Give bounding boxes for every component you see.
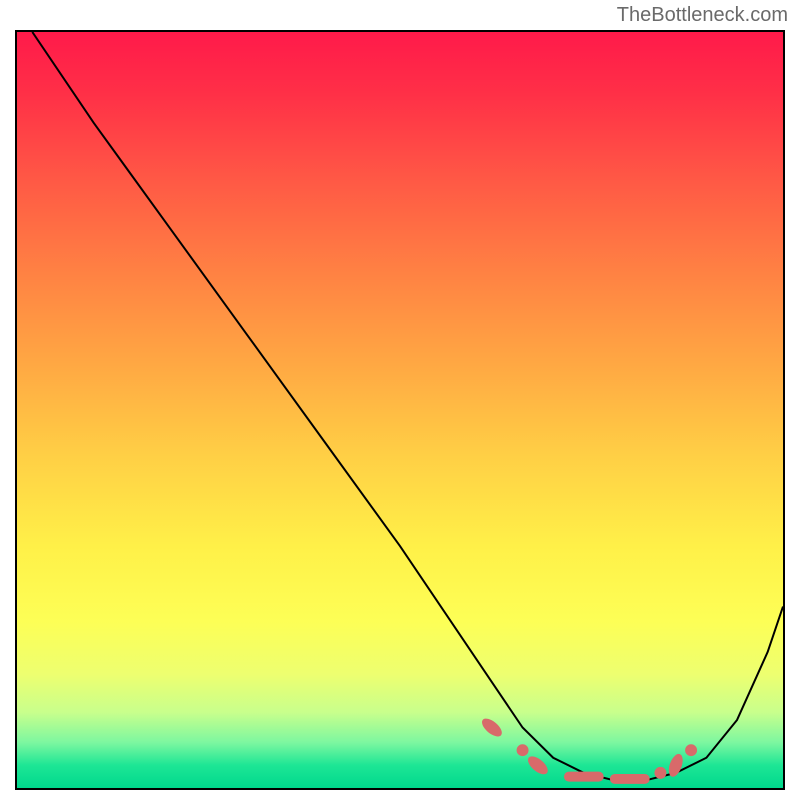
curve-marker [564,772,604,782]
chart-plot-area [15,30,785,790]
curve-marker [685,744,697,756]
curve-layer [17,32,783,788]
bottleneck-curve-line [32,32,783,780]
curve-markers [479,715,697,784]
curve-marker [525,753,551,777]
curve-marker [610,774,650,784]
curve-marker [517,744,529,756]
curve-marker [479,715,505,739]
curve-marker [654,767,666,779]
attribution-text: TheBottleneck.com [617,4,788,27]
